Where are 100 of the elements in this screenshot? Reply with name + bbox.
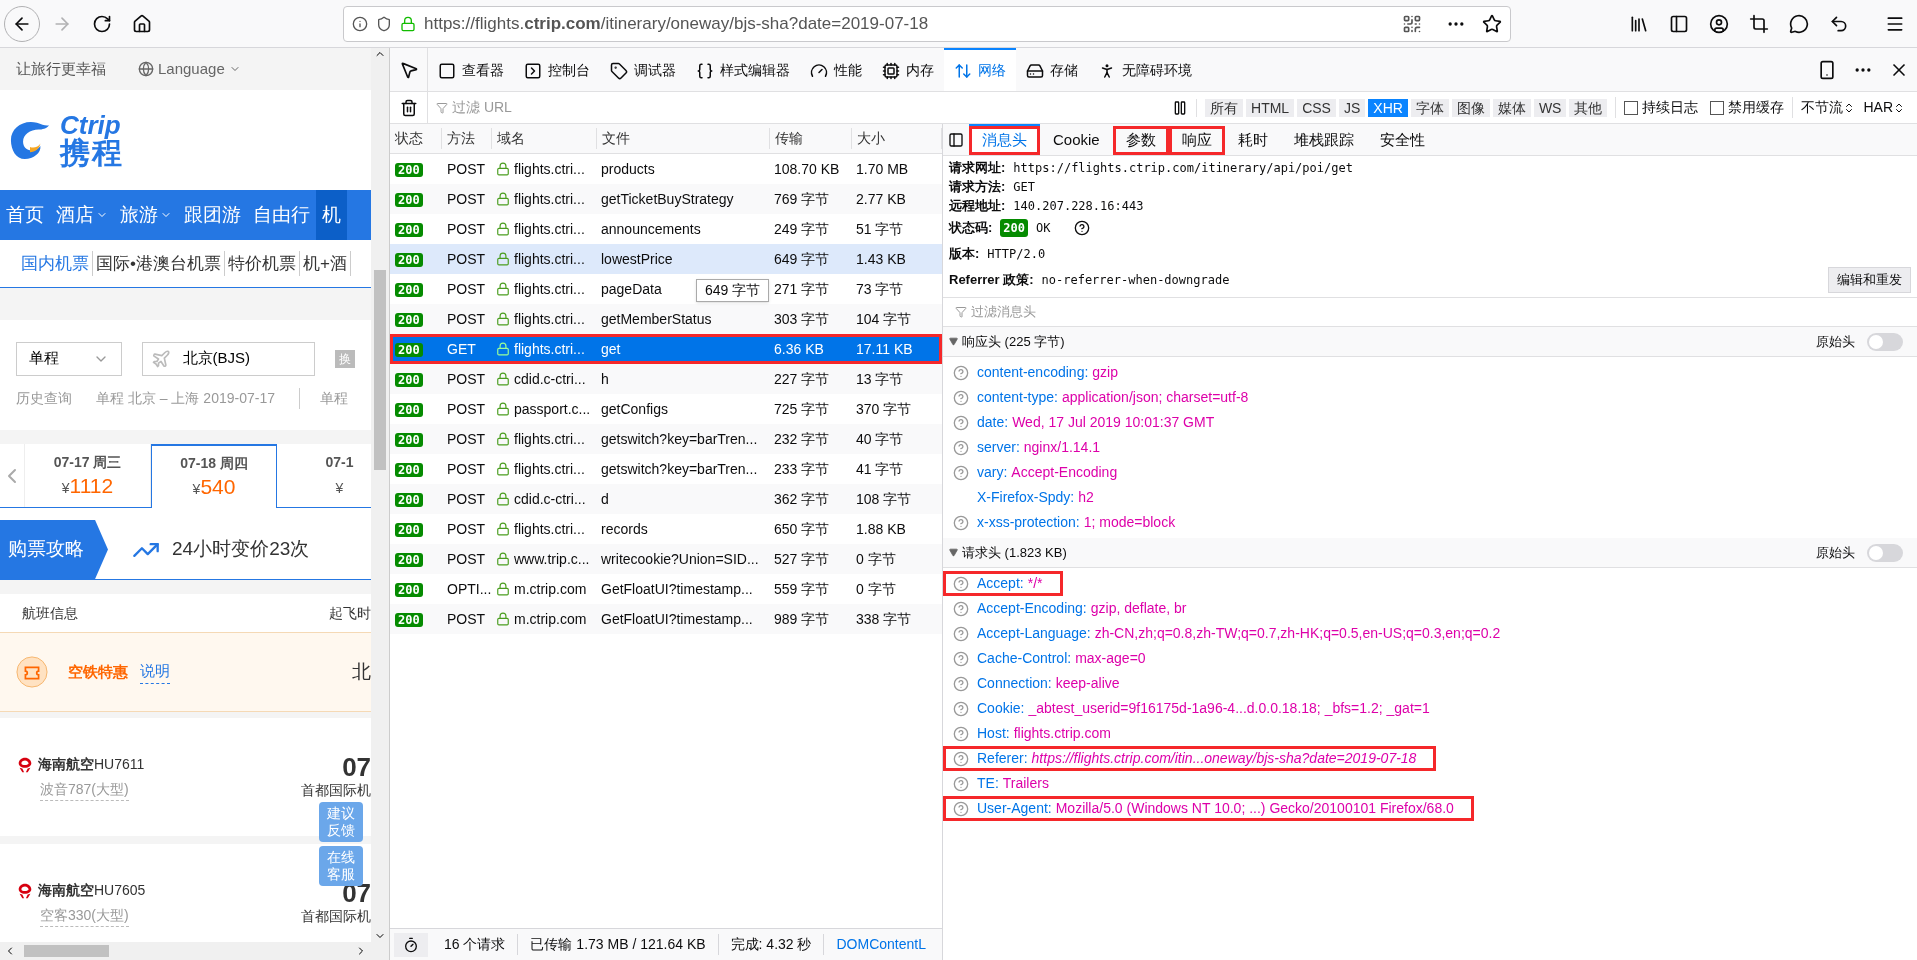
sub-nav-link[interactable]: 国内机票 [18,250,93,277]
lock-icon [496,462,510,476]
detail-tab[interactable]: 参数 [1112,124,1169,155]
devtools-tab[interactable]: 无障碍环境 [1088,48,1202,91]
transferred-total: 已传输 1.73 MB / 121.64 KB [518,934,719,955]
header-value: zh-CN,zh;q=0.8,zh-TW;q=0.7,zh-HK;q=0.5,en-US;q=0.3,en;q=0.2 [1094,624,1501,643]
column-header[interactable]: 文件 [597,128,770,149]
performance-button[interactable] [394,932,428,957]
promo-info-link[interactable]: 说明 [140,660,170,684]
transferred-cell-text: 232 字节 [773,429,831,449]
language-selector[interactable]: Language [138,57,241,81]
nav-link[interactable]: 酒店 [50,190,114,240]
devtools-tab[interactable]: 控制台 [514,48,600,91]
star-icon[interactable] [1482,13,1502,34]
devtools-tab[interactable]: 内存 [872,48,944,91]
request-row[interactable]: 200 POST flights.ctri... getTicketBuyStrategy 769 字节 2.77 KB [390,184,942,214]
trash-icon [399,98,418,117]
devtools-tab[interactable]: 网络 [944,48,1016,91]
devtools-tab[interactable]: 样式编辑器 [686,48,800,91]
raw-headers-toggle[interactable] [1867,543,1903,562]
type-filter-button[interactable]: HTML [1246,98,1295,117]
vertical-scrollbar[interactable] [371,48,389,942]
scrollbar-thumb[interactable] [24,945,109,957]
request-row[interactable]: 200 POST flights.ctri... getMemberStatus 303 字节 104 字节 [390,304,942,334]
method-cell-text: POST [446,519,487,539]
column-header[interactable]: 方法 [442,128,492,149]
checkbox[interactable] [1710,100,1725,115]
nav-link[interactable]: 机 [316,190,347,240]
expand-triangle-icon[interactable] [949,337,958,346]
type-filter-button[interactable]: 字体 [1410,98,1449,117]
summary-value: HTTP/2.0 [987,246,1046,263]
edit-resend-button[interactable]: 编辑和重发 [1828,267,1911,293]
throttle-select[interactable]: 不节流 [1792,97,1864,118]
size-cell-text: 108 字节 [855,489,913,509]
horizontal-scrollbar[interactable] [0,942,389,960]
panel-icon [948,131,964,148]
devtools-tab[interactable]: 性能 [800,48,872,91]
sub-nav-link[interactable]: 机+酒 [299,250,351,277]
type-filter-button[interactable]: CSS [1297,98,1336,117]
domain-cell-text: m.ctrip.com [514,609,587,629]
type-filter-button[interactable]: 其他 [1569,98,1608,117]
type-filter-button[interactable]: JS [1338,98,1366,117]
devtools-tab[interactable]: 调试器 [600,48,686,91]
airline-logo-icon [16,755,34,774]
sub-nav-link[interactable]: 特价机票 [224,250,300,277]
header-name: Accept-Encoding: [977,599,1087,618]
devtools-tab[interactable]: 查看器 [428,48,514,91]
dock-icon[interactable] [1817,59,1837,80]
nav-link[interactable]: 旅游 [114,190,178,240]
file-cell: writecookie?Union=SID... [601,550,759,567]
detail-tab[interactable]: 堆栈跟踪 [1280,124,1367,155]
trip-type-select[interactable]: 单程 [16,341,122,376]
checkbox[interactable] [1624,100,1639,115]
method-cell-text: OPTI... [446,579,492,599]
column-header[interactable]: 传输 [770,128,852,149]
method-cell-text: POST [446,159,487,179]
type-filter-button[interactable]: WS [1533,98,1567,117]
section-title[interactable]: 请求头 (1.823 KB) [962,542,1067,563]
detail-tab[interactable]: 安全性 [1366,124,1438,155]
detail-tab[interactable]: 响应 [1168,124,1225,155]
column-header[interactable]: 大小 [852,128,942,149]
strategy-tab[interactable]: 购票攻略 [0,520,108,579]
column-header[interactable]: 状态 [390,128,442,149]
nav-link[interactable]: 跟团游 [178,190,247,240]
request-row[interactable]: 200 POST flights.ctri... lowestPrice 649 字节 1.43 KB [390,244,942,274]
type-filter-button[interactable]: XHR [1368,98,1408,117]
request-row[interactable]: 200 POST m.ctrip.com GetFloatUI?timestamp... 989 字节 338 字节 [390,604,942,634]
expand-triangle-icon[interactable] [949,548,958,557]
har-menu[interactable]: HAR [1863,97,1917,118]
type-filter-button[interactable]: 媒体 [1492,98,1531,117]
nav-link[interactable]: 首页 [0,190,50,240]
request-row[interactable]: 200 POST cdid.c-ctri... h 227 字节 13 字节 [390,364,942,394]
lock-icon [496,162,510,176]
request-row[interactable]: 200 GET flights.ctri... get 6.36 KB 17.11 KB [390,334,942,364]
request-row[interactable]: 200 POST flights.ctri... getswitch?key=barTren... 232 字节 40 字节 [390,424,942,454]
type-filter-button[interactable]: 图像 [1451,98,1490,117]
request-row[interactable]: 200 POST www.trip.c... writecookie?Union=SID... 527 字节 0 字节 [390,544,942,574]
scrollbar-thumb[interactable] [374,270,386,470]
departure-field[interactable]: 北京(BJS) [141,341,316,376]
detail-tab[interactable]: 耗时 [1224,124,1281,155]
sub-nav-link[interactable]: 国际•港澳台机票 [93,250,225,277]
file-cell: GetFloatUI?timestamp... [601,610,753,627]
address-bar[interactable]: https://flights.ctrip.com/itinerary/oneway/bjs-sha?date=2019-07-18 [343,5,1511,42]
qr-code-icon[interactable] [1402,13,1422,34]
file-cell: records [601,520,648,537]
transferred-cell-text: 769 字节 [773,189,831,209]
section-title[interactable]: 响应头 (225 字节) [962,331,1065,352]
detail-tab[interactable]: 消息头 [969,124,1040,155]
help-icon[interactable] [1074,220,1091,236]
devtools-tab[interactable]: 存储 [1016,48,1088,91]
domain-cell-text: passport.c... [514,399,591,419]
raw-headers-toggle[interactable] [1867,332,1903,351]
detail-tab[interactable]: Cookie [1040,124,1113,155]
column-header[interactable]: 域名 [492,128,597,149]
summary-value: 140.207.228.16:443 [1013,197,1144,215]
user-icon [1709,13,1729,34]
date-tab[interactable]: 07-18 周四 ¥540 [151,444,277,508]
nav-link[interactable]: 自由行 [247,190,316,240]
request-row[interactable]: 200 POST cdid.c-ctri... d 362 字节 108 字节 [390,484,942,514]
type-filter-button[interactable]: 所有 [1205,98,1244,117]
